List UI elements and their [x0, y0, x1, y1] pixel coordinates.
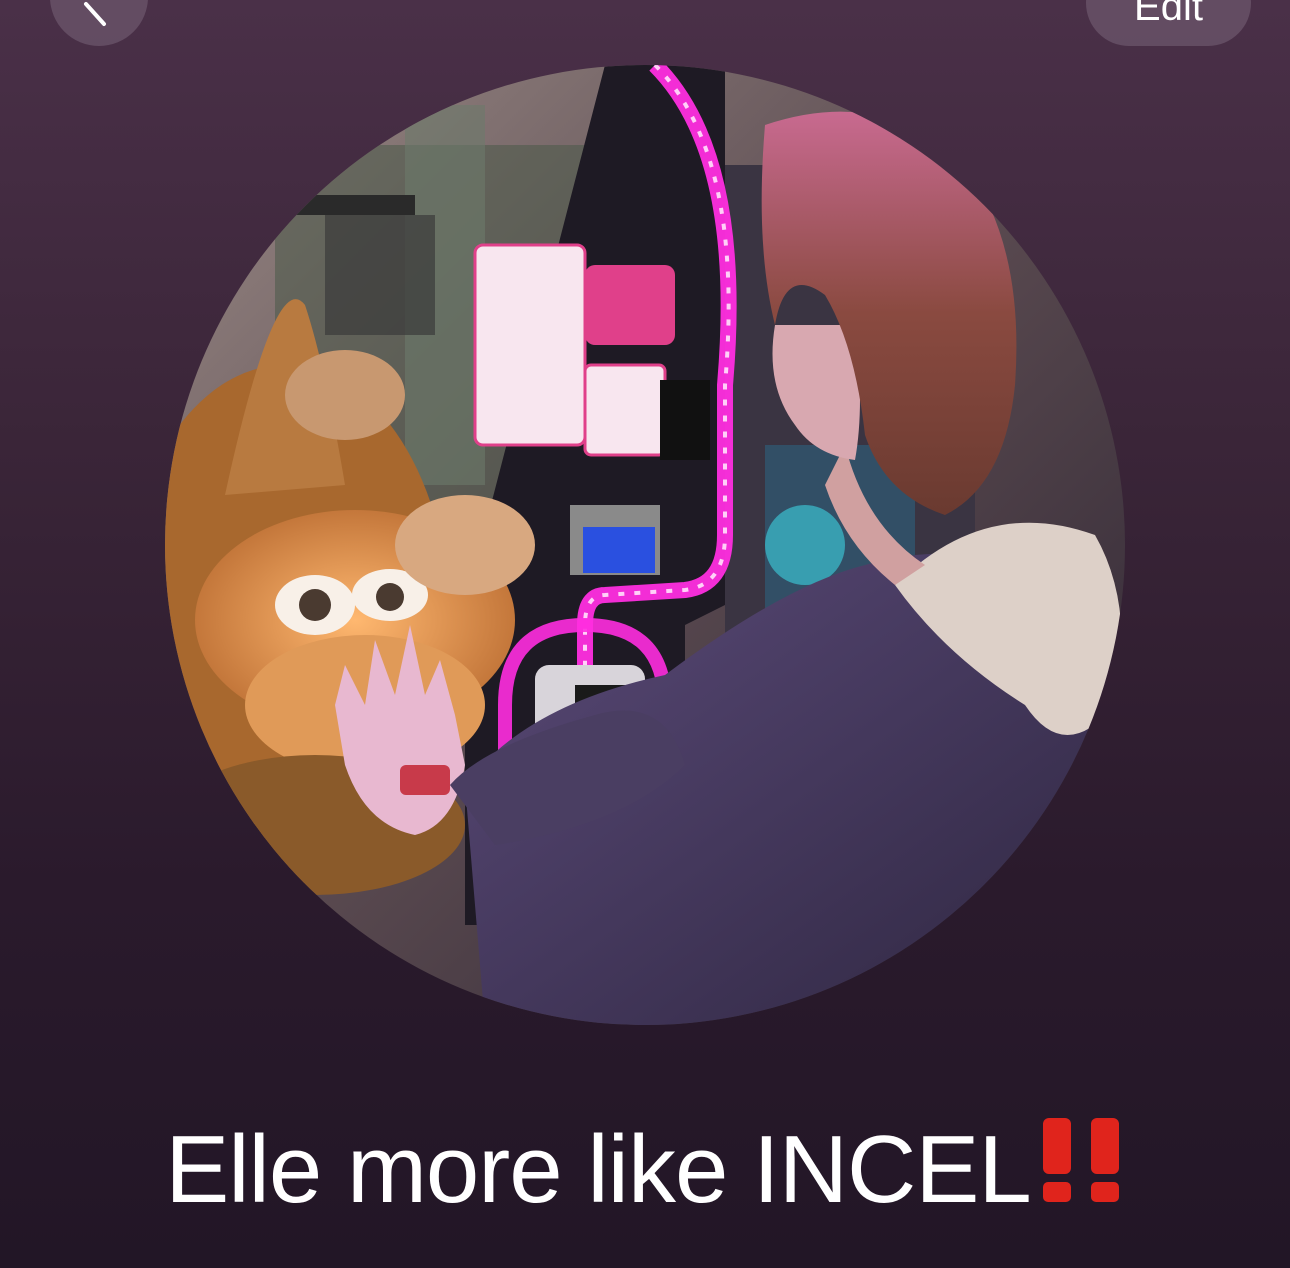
edit-button[interactable]: Edit	[1086, 0, 1251, 46]
display-name-text: Elle more like INCEL	[165, 1116, 1032, 1223]
chevron-left-icon	[84, 2, 106, 26]
double-exclamation-icon	[1042, 1118, 1119, 1202]
profile-display-name: Elle more like INCEL	[0, 1115, 1290, 1225]
profile-photo[interactable]	[165, 65, 1125, 1025]
profile-photo-image	[165, 65, 1125, 1025]
edit-label: Edit	[1134, 0, 1203, 29]
back-button[interactable]	[50, 0, 148, 46]
